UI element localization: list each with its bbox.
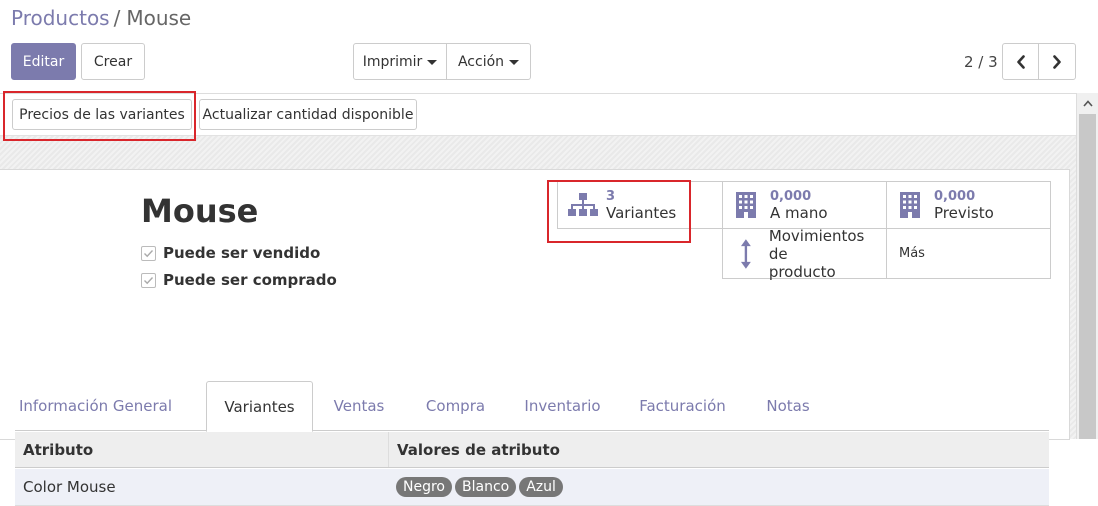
attribute-cell: Color Mouse: [23, 478, 116, 496]
scroll-up-button[interactable]: [1077, 93, 1098, 113]
can-be-purchased-field: Puede ser comprado: [141, 271, 337, 289]
column-header-values[interactable]: Valores de atributo: [388, 432, 560, 467]
print-label: Imprimir: [362, 53, 423, 70]
tab-general-information[interactable]: Información General: [15, 381, 176, 431]
edit-button[interactable]: Editar: [11, 43, 76, 80]
check-icon: [144, 249, 154, 257]
print-dropdown[interactable]: Imprimir: [353, 43, 447, 80]
pager-next-button[interactable]: [1038, 43, 1076, 80]
value-tag: Negro: [396, 477, 452, 497]
product-name: Mouse: [141, 192, 259, 230]
table-row[interactable]: Color Mouse Negro Blanco Azul: [15, 469, 1049, 506]
vertical-scrollbar[interactable]: [1076, 93, 1098, 439]
stock-moves-label-line1: Movimientos de: [768, 226, 865, 263]
caret-down-icon: [509, 60, 520, 65]
caret-up-icon: [1082, 99, 1093, 107]
create-button[interactable]: Crear: [81, 43, 145, 80]
tab-sales[interactable]: Ventas: [322, 381, 396, 431]
breadcrumb: Productos / Mouse: [11, 6, 191, 30]
on-hand-value: 0,000: [770, 188, 812, 204]
can-be-purchased-label: Puede ser comprado: [163, 271, 337, 289]
control-panel: Productos / Mouse Editar Crear Imprimir Ac…: [0, 0, 1098, 93]
action-label: Acción: [457, 53, 505, 70]
tab-variants[interactable]: Variantes: [206, 381, 313, 432]
forecasted-value: 0,000: [934, 188, 976, 204]
chevron-right-icon: [1053, 54, 1061, 69]
can-be-sold-checkbox[interactable]: [141, 245, 156, 261]
pager-value: 2 / 3: [964, 53, 998, 71]
can-be-sold-field: Puede ser vendido: [141, 244, 320, 262]
breadcrumb-current: Mouse: [126, 6, 192, 30]
more-dropdown[interactable]: Más: [886, 228, 1051, 279]
tab-notes[interactable]: Notas: [755, 381, 821, 431]
tab-purchase[interactable]: Compra: [414, 381, 497, 431]
attribute-values-cell: Negro Blanco Azul: [396, 469, 566, 505]
breadcrumb-separator: /: [113, 6, 121, 30]
scrollbar-thumb[interactable]: [1079, 114, 1096, 439]
on-hand-label: A mano: [770, 203, 828, 222]
stock-moves-smart-button[interactable]: Movimientos de producto: [722, 226, 887, 281]
table-header: Atributo Valores de atributo: [15, 432, 1049, 468]
form-sheet: Mouse Puede ser vendido Puede ser compra…: [0, 169, 1070, 506]
can-be-sold-label: Puede ser vendido: [163, 244, 321, 262]
annotation-highlight-variant-prices: [3, 91, 196, 141]
forecasted-label: Previsto: [934, 203, 994, 222]
stock-moves-label-line2: producto: [768, 262, 836, 281]
more-label: Más: [899, 246, 925, 261]
annotation-highlight-variants: [547, 180, 691, 243]
forecasted-smart-button[interactable]: 0,000 Previsto: [886, 181, 1051, 229]
caret-down-icon: [427, 60, 438, 65]
check-icon: [144, 276, 154, 284]
update-quantity-button[interactable]: Actualizar cantidad disponible: [199, 99, 417, 130]
can-be-purchased-checkbox[interactable]: [141, 272, 156, 288]
breadcrumb-link-products[interactable]: Productos: [11, 6, 110, 30]
building-icon: [736, 192, 756, 218]
form-view: Precios de las variantes Actualizar cant…: [0, 93, 1076, 506]
tab-inventory[interactable]: Inventario: [515, 381, 610, 431]
building-icon: [900, 192, 920, 218]
column-header-attribute[interactable]: Atributo: [23, 432, 93, 467]
on-hand-smart-button[interactable]: 0,000 A mano: [722, 181, 887, 229]
value-tag: Blanco: [455, 477, 517, 497]
chevron-left-icon: [1016, 54, 1025, 69]
arrows-v-icon: [740, 238, 751, 269]
action-dropdown[interactable]: Acción: [446, 43, 531, 80]
notebook-tabs: Información General Variantes Ventas Com…: [15, 381, 1049, 432]
tab-invoicing[interactable]: Facturación: [629, 381, 736, 431]
value-tag: Azul: [519, 477, 563, 497]
pager-previous-button[interactable]: [1002, 43, 1039, 80]
